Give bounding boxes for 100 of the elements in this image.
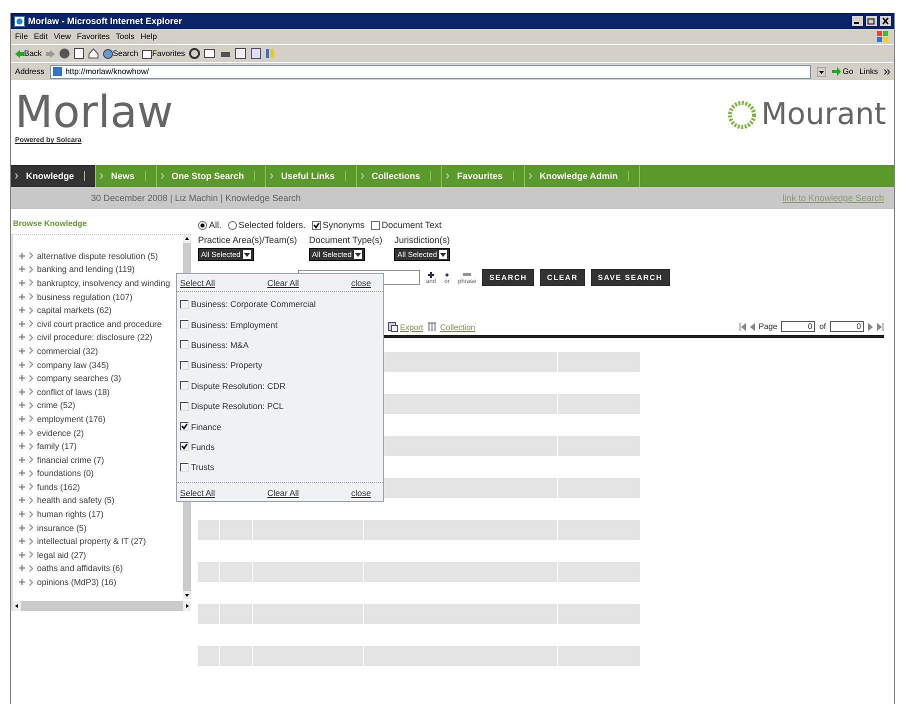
- expand-icon[interactable]: [19, 334, 25, 340]
- expand-icon[interactable]: [19, 552, 25, 558]
- tree-item[interactable]: crime (52): [37, 400, 76, 410]
- tree-item[interactable]: evidence (2): [37, 428, 84, 438]
- columns-icon[interactable]: [428, 322, 438, 332]
- menu-item[interactable]: Edit: [34, 32, 48, 41]
- expand-icon[interactable]: [19, 402, 25, 408]
- tree-item[interactable]: bankruptcy, insolvency and winding: [37, 278, 170, 288]
- next-page-icon[interactable]: [868, 322, 873, 330]
- expand-icon[interactable]: [19, 470, 25, 476]
- tree-item[interactable]: company law (345): [37, 360, 109, 370]
- previous-page-icon[interactable]: [750, 322, 755, 330]
- tree-item[interactable]: civil procedure: disclosure (22): [37, 332, 152, 342]
- address-field[interactable]: http://morlaw/knowhow/: [50, 64, 811, 78]
- chevron-icon[interactable]: [884, 68, 890, 74]
- expand-icon[interactable]: [19, 497, 25, 504]
- menu-item[interactable]: Help: [140, 32, 157, 41]
- page-field[interactable]: 0: [781, 321, 816, 332]
- radio-button[interactable]: [228, 220, 237, 230]
- expand-icon[interactable]: [19, 294, 25, 300]
- tree-item[interactable]: financial crime (7): [37, 454, 104, 465]
- expand-icon[interactable]: [19, 252, 25, 259]
- checkbox[interactable]: [180, 320, 189, 330]
- favorites-button[interactable]: Favorites: [142, 48, 186, 58]
- checkbox[interactable]: [312, 220, 321, 230]
- expand-icon[interactable]: [19, 538, 25, 544]
- tree-item[interactable]: family (17): [37, 441, 77, 452]
- tree-item[interactable]: commercial (32): [37, 346, 98, 356]
- checkbox[interactable]: [180, 442, 189, 452]
- expand-icon[interactable]: [19, 443, 25, 450]
- checkbox[interactable]: [180, 300, 189, 309]
- back-button[interactable]: Back: [15, 49, 42, 58]
- checkbox[interactable]: [180, 422, 189, 432]
- dropdown-link[interactable]: Clear All: [267, 488, 299, 498]
- expand-icon[interactable]: [19, 266, 25, 272]
- first-page-icon[interactable]: [738, 322, 746, 330]
- expand-icon[interactable]: [19, 524, 25, 531]
- expand-icon[interactable]: [19, 375, 25, 382]
- expand-icon[interactable]: [19, 362, 25, 368]
- search-button[interactable]: Search: [102, 48, 138, 58]
- dropdown-link[interactable]: Select All: [180, 278, 215, 288]
- expand-icon[interactable]: [19, 280, 25, 286]
- dropdown-link[interactable]: close: [351, 278, 371, 288]
- tree-item[interactable]: legal aid (27): [37, 550, 86, 560]
- menu-item[interactable]: Favorites: [76, 32, 110, 41]
- menu-item[interactable]: Tools: [116, 32, 134, 41]
- expand-icon[interactable]: [19, 430, 25, 436]
- expand-icon[interactable]: [19, 416, 25, 422]
- chevron-icon: [360, 173, 364, 179]
- tree-item[interactable]: civil court practice and procedure: [37, 318, 162, 329]
- tree-item[interactable]: human rights (17): [37, 509, 104, 520]
- menu-item[interactable]: View: [54, 32, 71, 41]
- option-label: Dispute Resolution: CDR: [191, 380, 286, 391]
- tree-item[interactable]: company searches (3): [37, 373, 122, 384]
- nav-tab[interactable]: Knowledge: [11, 165, 96, 187]
- expand-icon[interactable]: [19, 320, 25, 327]
- dropdown-link[interactable]: Select All: [180, 488, 215, 498]
- radio-button[interactable]: [198, 220, 207, 230]
- expand-icon[interactable]: [19, 579, 25, 586]
- horizontal-scrollbar[interactable]: [13, 601, 191, 611]
- last-page-icon[interactable]: [877, 322, 884, 330]
- expand-icon[interactable]: [19, 307, 25, 314]
- go-button[interactable]: Go: [832, 67, 854, 76]
- checkbox[interactable]: [370, 220, 380, 230]
- tree-item[interactable]: oaths and affidavits (6): [37, 563, 123, 574]
- minimize-icon[interactable]: [852, 16, 863, 26]
- expand-icon[interactable]: [19, 388, 25, 395]
- expand-icon[interactable]: [19, 484, 25, 490]
- expand-icon[interactable]: [19, 511, 25, 518]
- tree-item[interactable]: intellectual property & IT (27): [37, 536, 146, 546]
- dropdown-link[interactable]: Clear All: [267, 278, 299, 288]
- menu-item[interactable]: File: [15, 32, 28, 41]
- export-icon[interactable]: [388, 322, 398, 332]
- tree-item[interactable]: alternative dispute resolution (5): [37, 250, 158, 261]
- tree-item[interactable]: employment (176): [37, 414, 106, 424]
- tree-item[interactable]: insurance (5): [37, 522, 87, 533]
- expand-icon[interactable]: [19, 348, 25, 354]
- stop-icon[interactable]: [58, 48, 70, 59]
- checkbox[interactable]: [180, 340, 189, 350]
- tree-item[interactable]: banking and lending (119): [37, 264, 135, 274]
- tree-item[interactable]: conflict of laws (18): [37, 386, 110, 397]
- checkbox[interactable]: [180, 360, 189, 370]
- tree-item[interactable]: foundations (0): [37, 468, 94, 478]
- restore-icon[interactable]: [866, 16, 877, 26]
- home-icon[interactable]: [88, 48, 99, 59]
- tree-item[interactable]: opinions (MdP3) (16): [37, 577, 116, 588]
- checkbox[interactable]: [180, 402, 189, 411]
- expand-icon[interactable]: [19, 456, 25, 463]
- tree-item[interactable]: capital markets (62): [37, 305, 112, 316]
- tree-item[interactable]: business regulation (107): [37, 292, 132, 302]
- tree-item[interactable]: funds (162): [37, 482, 80, 492]
- checkbox[interactable]: [180, 381, 189, 390]
- dropdown-arrow-icon[interactable]: [816, 66, 826, 76]
- links-button[interactable]: Links: [859, 67, 878, 76]
- checkbox[interactable]: [180, 462, 189, 472]
- expand-icon[interactable]: [19, 565, 25, 572]
- dropdown-link[interactable]: close: [351, 488, 371, 498]
- option-label: Business: M&A: [191, 340, 249, 350]
- close-icon[interactable]: [880, 16, 891, 26]
- tree-item[interactable]: health and safety (5): [37, 495, 114, 506]
